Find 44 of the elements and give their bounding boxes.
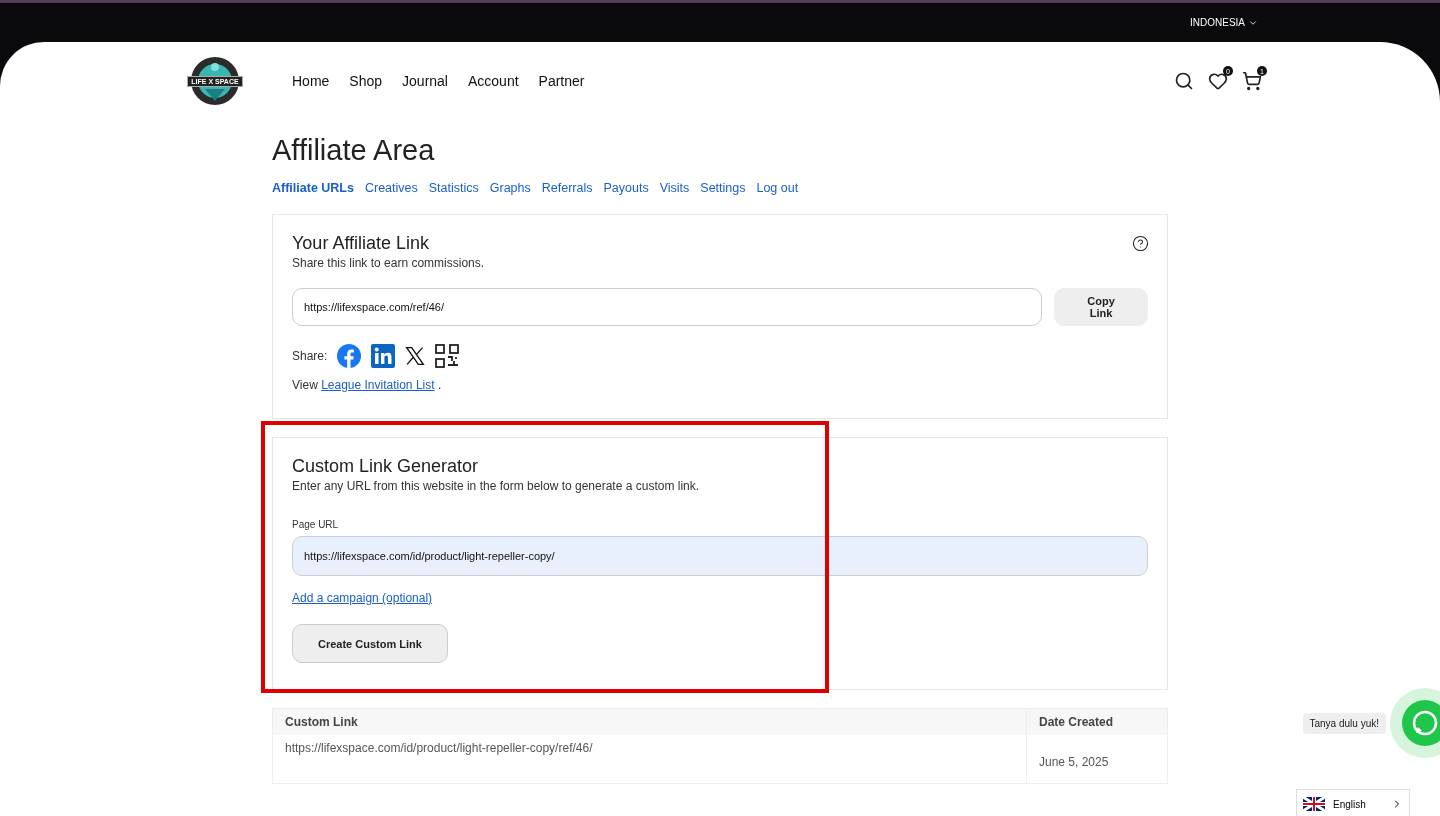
x-icon[interactable] bbox=[405, 346, 426, 366]
nav-link[interactable]: Partner bbox=[538, 73, 585, 89]
qr-code-icon[interactable] bbox=[435, 344, 460, 368]
nav-link[interactable]: Home bbox=[292, 73, 330, 89]
share-label: Share: bbox=[292, 349, 328, 363]
nav-link[interactable]: Account bbox=[468, 73, 519, 89]
language-selector[interactable]: English bbox=[1296, 789, 1410, 816]
tab[interactable]: Statistics bbox=[428, 181, 479, 195]
tab[interactable]: Log out bbox=[756, 181, 799, 195]
page-title: Affiliate Area bbox=[272, 134, 436, 167]
heart-icon[interactable] bbox=[1208, 71, 1228, 91]
field-label: Page URL bbox=[292, 519, 340, 530]
column-header: Date Created bbox=[1026, 708, 1168, 735]
tab[interactable]: Settings bbox=[700, 181, 746, 195]
view-text: View League Invitation List . bbox=[292, 378, 443, 392]
linkedin-icon[interactable] bbox=[371, 344, 396, 368]
copy-link-button[interactable]: Copy Link bbox=[1054, 288, 1148, 326]
cart-icon[interactable] bbox=[1242, 71, 1262, 91]
tab[interactable]: Graphs bbox=[489, 181, 531, 195]
column-header: Custom Link bbox=[272, 708, 1027, 735]
table-cell: June 5, 2025 bbox=[1026, 735, 1168, 784]
facebook-icon[interactable] bbox=[337, 344, 362, 368]
tab[interactable]: Creatives bbox=[364, 181, 418, 195]
search-icon[interactable] bbox=[1174, 71, 1194, 91]
tab[interactable]: Payouts bbox=[603, 181, 649, 195]
nav-link[interactable]: Shop bbox=[349, 73, 383, 89]
card-title: Custom Link Generator bbox=[292, 456, 479, 477]
card-title: Your Affiliate Link bbox=[292, 233, 430, 254]
table-cell: https://lifexspace.com/id/product/light-repeller-copy/ref/46/ bbox=[272, 735, 1027, 784]
page-url-field[interactable]: https://lifexspace.com/id/product/light-repeller-copy/ bbox=[292, 536, 1148, 576]
nav-link[interactable]: Journal bbox=[402, 73, 448, 89]
create-custom-link-button[interactable]: Create Custom Link bbox=[292, 624, 448, 663]
region-selector[interactable]: INDONESIA bbox=[1190, 17, 1258, 28]
affiliate-url-field[interactable]: https://lifexspace.com/ref/46/ bbox=[292, 288, 1042, 326]
help-icon[interactable] bbox=[1132, 235, 1149, 252]
card-subtitle: Enter any URL from this website in the form below to generate a custom link. bbox=[292, 479, 701, 493]
flag-icon bbox=[1303, 797, 1325, 811]
card-subtitle: Share this link to earn commissions. bbox=[292, 256, 486, 270]
tab[interactable]: Visits bbox=[659, 181, 690, 195]
add-campaign-link[interactable]: Add a campaign (optional) bbox=[292, 591, 433, 605]
chat-icon bbox=[1402, 700, 1440, 746]
league-invitation-link[interactable]: League Invitation List bbox=[321, 378, 435, 392]
tab[interactable]: Referrals bbox=[541, 181, 593, 195]
tab[interactable]: Affiliate URLs bbox=[272, 181, 354, 195]
